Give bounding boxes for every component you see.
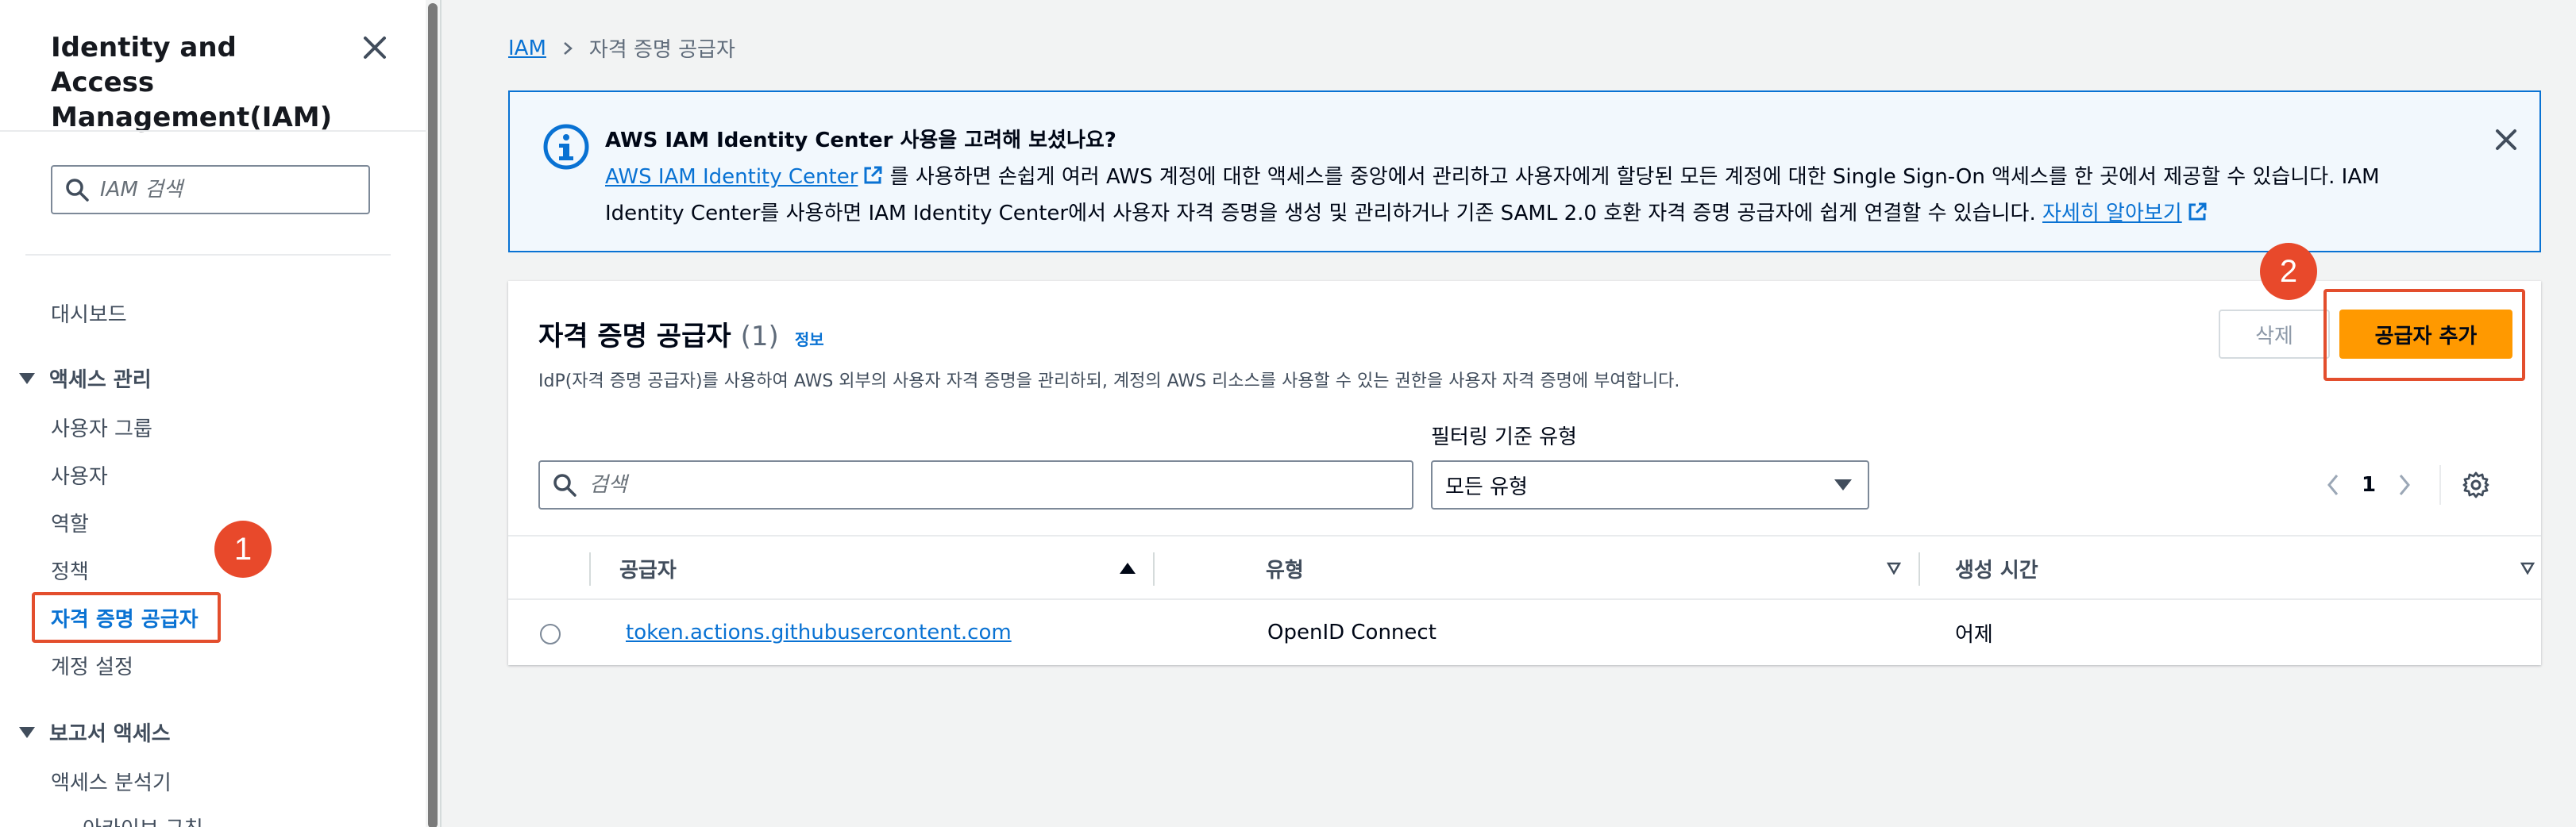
sidebar-item-policies[interactable]: 정책	[51, 556, 89, 585]
sidebar-item-user-groups[interactable]: 사용자 그룹	[51, 413, 152, 442]
sort-icon	[2520, 562, 2535, 575]
learn-more-link[interactable]: 자세히 알아보기	[2042, 202, 2182, 225]
column-label: 생성 시간	[1955, 558, 2038, 583]
sidebar: Identity and Access Management(IAM) 대시보드…	[0, 0, 426, 827]
column-label: 유형	[1266, 558, 1304, 583]
type-filter-value: 모든 유형	[1445, 475, 1528, 499]
sidebar-item-roles[interactable]: 역할	[51, 508, 89, 537]
table-header: 공급자 유형 생성 시간	[508, 535, 2541, 600]
provider-search[interactable]	[538, 460, 1413, 510]
divider	[440, 0, 442, 827]
chevron-right-icon	[564, 41, 573, 55]
external-link-icon	[864, 166, 882, 184]
sidebar-item-access-analyzer[interactable]: 액세스 분석기	[51, 767, 172, 796]
chevron-left-icon[interactable]	[2325, 473, 2341, 497]
step-badge: 1	[214, 521, 272, 578]
divider	[25, 254, 391, 256]
info-banner-body: AWS IAM Identity Center 를 사용하면 손쉽게 여러 AW…	[605, 159, 2431, 232]
column-header-provider[interactable]: 공급자	[619, 537, 1136, 600]
caret-down-icon	[1834, 479, 1852, 490]
divider	[2439, 465, 2442, 505]
close-icon[interactable]	[2490, 124, 2522, 156]
sidebar-search[interactable]	[51, 165, 370, 214]
provider-search-input[interactable]	[589, 473, 1304, 497]
sidebar-item-dashboard[interactable]: 대시보드	[51, 298, 127, 328]
table-row[interactable]: token.actions.githubusercontent.com Open…	[508, 600, 2541, 665]
provider-cell: token.actions.githubusercontent.com	[626, 600, 1012, 665]
identity-providers-panel: 자격 증명 공급자 (1) 정보 IdP(자격 증명 공급자)를 사용하여 AW…	[508, 281, 2541, 665]
close-icon[interactable]	[359, 32, 391, 63]
sidebar-search-input[interactable]	[100, 178, 354, 202]
info-banner-title: AWS IAM Identity Center 사용을 고려해 보셨나요?	[605, 129, 1116, 152]
page-title: 자격 증명 공급자	[538, 321, 731, 352]
step-badge: 2	[2260, 243, 2317, 300]
column-header-type[interactable]: 유형	[1266, 537, 1901, 600]
delete-button[interactable]: 삭제	[2219, 310, 2330, 359]
column-divider	[589, 552, 591, 586]
caret-down-icon	[19, 372, 35, 384]
sidebar-section-access[interactable]: 액세스 관리	[19, 363, 152, 393]
type-filter-select[interactable]: 모든 유형	[1431, 460, 1869, 510]
created-cell: 어제	[1955, 622, 1993, 647]
search-icon	[553, 474, 577, 497]
info-icon	[543, 124, 589, 170]
breadcrumb: IAM 자격 증명 공급자	[508, 33, 735, 63]
sidebar-section-label: 액세스 관리	[49, 368, 152, 392]
divider	[0, 130, 426, 132]
provider-link[interactable]: token.actions.githubusercontent.com	[626, 621, 1012, 644]
filter-label: 필터링 기준 유형	[1431, 425, 1577, 449]
page-number[interactable]: 1	[2362, 473, 2376, 497]
pagination: 1	[2325, 460, 2490, 510]
sidebar-item-users[interactable]: 사용자	[51, 460, 108, 490]
identity-center-link[interactable]: AWS IAM Identity Center	[605, 165, 858, 189]
breadcrumb-iam-link[interactable]: IAM	[508, 37, 546, 60]
sidebar-section-label: 보고서 액세스	[49, 722, 171, 746]
column-divider	[1153, 552, 1155, 586]
highlight-box	[2323, 289, 2525, 381]
sidebar-item-archive-rules[interactable]: 아카이브 규칙	[83, 813, 203, 827]
highlight-box	[32, 592, 221, 643]
panel-header: 자격 증명 공급자 (1) 정보	[538, 314, 824, 353]
info-link[interactable]: 정보	[795, 327, 824, 350]
caret-down-icon	[19, 726, 35, 738]
chevron-right-icon[interactable]	[2397, 473, 2412, 497]
type-cell: OpenID Connect	[1267, 621, 1436, 644]
sidebar-item-account-settings[interactable]: 계정 설정	[51, 651, 133, 680]
external-link-icon	[2188, 202, 2207, 221]
column-label: 공급자	[619, 558, 677, 583]
search-icon	[66, 179, 89, 202]
sidebar-section-reports[interactable]: 보고서 액세스	[19, 717, 171, 747]
panel-description: IdP(자격 증명 공급자)를 사용하여 AWS 외부의 사용자 자격 증명을 …	[538, 371, 1680, 391]
column-header-created[interactable]: 생성 시간	[1907, 537, 2535, 600]
item-count: (1)	[740, 321, 779, 352]
breadcrumb-current: 자격 증명 공급자	[588, 38, 735, 62]
sidebar-title[interactable]: Identity and Access Management(IAM)	[51, 30, 337, 135]
gear-icon[interactable]	[2462, 471, 2490, 499]
sort-icon	[1887, 562, 1901, 575]
scrollbar-thumb[interactable]	[428, 3, 438, 827]
info-banner: AWS IAM Identity Center 사용을 고려해 보셨나요? AW…	[508, 90, 2541, 252]
sort-ascending-icon	[1120, 563, 1136, 574]
row-select-radio[interactable]	[540, 624, 561, 644]
